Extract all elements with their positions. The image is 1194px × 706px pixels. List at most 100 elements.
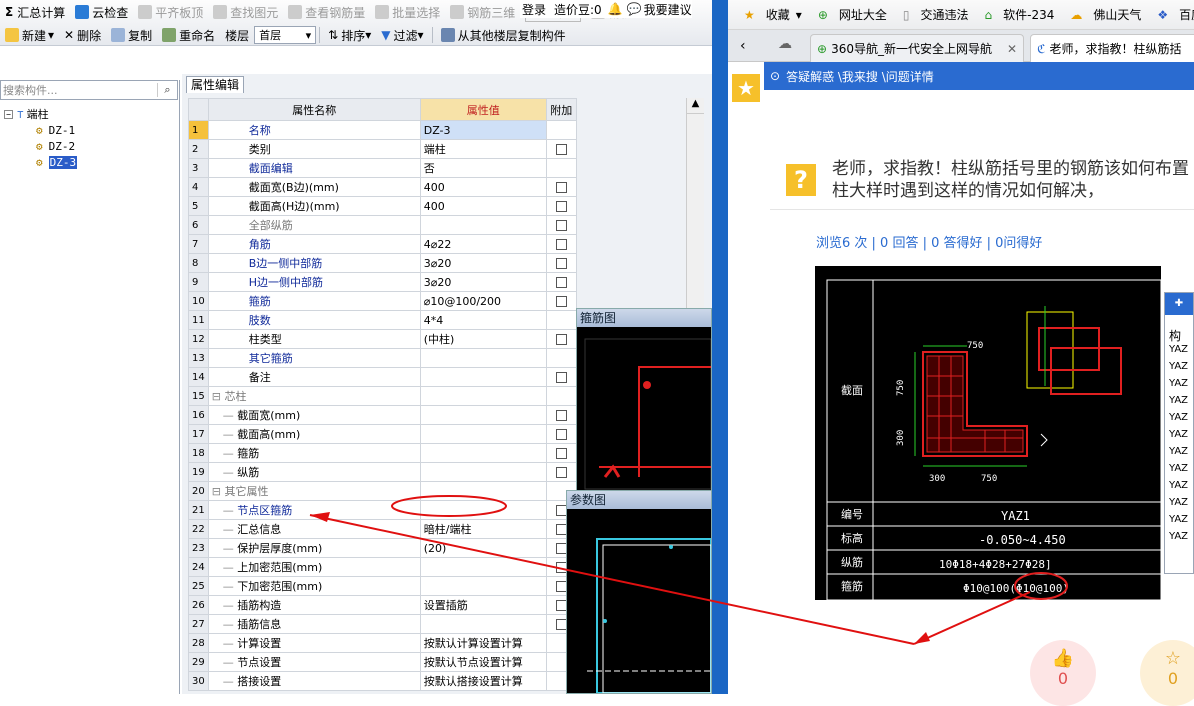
property-row[interactable]: 8 B边一侧中部筋 3⌀20 [188,253,577,273]
extra-checkbox[interactable] [555,220,567,231]
param-diagram-window[interactable]: 参数图 [566,490,712,694]
property-value[interactable]: ⌀10@100/200 [419,291,547,311]
bookmark-weather[interactable]: ☁ 佛山天气 [1062,6,1141,23]
property-row[interactable]: 24— 上加密范围(mm) [188,557,577,577]
property-value[interactable]: 4⌀22 [419,234,547,254]
bookmark-favorites[interactable]: ★ 收藏 ▾ [736,6,802,23]
property-value[interactable]: 否 [419,158,547,178]
bookmark-traffic[interactable]: ▯ 交通违法 [895,6,969,23]
new-button[interactable]: 新建 ▾ [0,24,59,46]
property-value[interactable]: 按默认节点设置计算 [419,652,547,672]
property-value[interactable] [419,215,547,235]
scroll-up-arrow-icon[interactable]: ▲ [687,98,704,114]
cloud-icon[interactable]: ☁ [778,36,792,52]
extra-checkbox[interactable] [555,467,567,478]
summary-calc-button[interactable]: Σ 汇总计算 [0,1,70,23]
back-icon[interactable]: ‹ [740,38,746,54]
rename-button[interactable]: 重命名 [157,24,220,46]
extra-checkbox[interactable] [555,296,567,307]
filter-button[interactable]: ▼ 过滤 ▾ [376,24,428,46]
align-slab-top-button[interactable]: 平齐板顶 [133,1,208,23]
rebar-3d-button[interactable]: 钢筋三维 [445,1,520,23]
login-link[interactable]: 登录 [522,1,546,18]
stirrup-diagram-window[interactable]: 箍筋图 [576,308,712,494]
property-value[interactable] [419,481,547,501]
tab-question[interactable]: ℭ 老师，求指教！柱纵筋括 [1030,34,1194,62]
tab-360-nav[interactable]: ⊕ 360导航_新一代安全上网导航 ✕ [810,34,1024,62]
extra-checkbox[interactable] [555,182,567,193]
extra-checkbox[interactable] [555,334,567,345]
extra-checkbox[interactable] [555,144,567,155]
property-value[interactable]: 400 [419,177,547,197]
batch-select-button[interactable]: 批量选择 [370,1,445,23]
property-value[interactable]: 3⌀20 [419,253,547,273]
like-button[interactable]: 👍 0 [1030,640,1096,706]
property-row[interactable]: 11 肢数 4*4 [188,310,577,330]
property-value[interactable]: 400 [419,196,547,216]
floor-select[interactable]: 首层 ▾ [254,26,317,44]
bookmark-wenku[interactable]: ❖百度文库 [1149,6,1194,23]
property-value[interactable]: DZ-3 [419,120,547,140]
extra-checkbox[interactable] [555,258,567,269]
side-list-item[interactable]: YAZ [1169,446,1193,463]
cad-drawing-image[interactable]: 截面 750 750 300 300 750 编号 YAZ1 标高 -0.050… [815,266,1161,600]
property-value[interactable] [419,443,547,463]
property-value[interactable] [419,367,547,387]
view-rebar-qty-button[interactable]: 查看钢筋量 [283,1,370,23]
side-list-item[interactable]: YAZ [1169,514,1193,531]
property-row[interactable]: 23— 保护层厚度(mm) (20) [188,538,577,558]
property-value[interactable]: 按默认搭接设置计算 [419,671,547,691]
property-row[interactable]: 5 截面高(H边)(mm) 400 [188,196,577,216]
property-row[interactable]: 15 ⊟ 芯柱 [188,386,577,406]
property-value[interactable]: 4*4 [419,310,547,330]
property-row[interactable]: 2 类别 端柱 [188,139,577,159]
property-value[interactable]: (中柱) [419,329,547,349]
property-value[interactable] [419,424,547,444]
tab-property-edit[interactable]: 属性编辑 [186,76,245,93]
property-row[interactable]: 1 名称 DZ-3 [188,120,577,140]
component-search-input[interactable]: 搜索构件... ⌕ [0,80,178,100]
tree-item-dz1[interactable]: ⚙ DZ-1 [4,122,77,138]
property-row[interactable]: 26— 插筋构造 设置插筋 [188,595,577,615]
property-row[interactable]: 29— 节点设置 按默认节点设置计算 [188,652,577,672]
search-icon[interactable]: ⌕ [157,83,177,97]
property-value[interactable]: 暗柱/端柱 [419,519,547,539]
property-row[interactable]: 20 ⊟ 其它属性 [188,481,577,501]
property-value[interactable] [419,576,547,596]
suggest-link[interactable]: 💬 我要建议 [627,1,692,18]
tree-item-dz2[interactable]: ⚙ DZ-2 [4,138,77,154]
bell-icon[interactable]: 🔔 [608,2,623,16]
property-row[interactable]: 17— 截面高(mm) [188,424,577,444]
collapse-icon[interactable]: − [4,109,13,119]
property-row[interactable]: 10 箍筋 ⌀10@100/200 [188,291,577,311]
property-row[interactable]: 7 角筋 4⌀22 [188,234,577,254]
sort-button[interactable]: ⇅ 排序 ▾ [323,24,376,46]
property-row[interactable]: 4 截面宽(B边)(mm) 400 [188,177,577,197]
extra-checkbox[interactable] [555,239,567,250]
side-list-item[interactable]: YAZ [1169,412,1193,429]
property-row[interactable]: 6 全部纵筋 [188,215,577,235]
side-list-item[interactable]: YAZ [1169,463,1193,480]
property-row[interactable]: 3 截面编辑 否 [188,158,577,178]
property-row[interactable]: 14 备注 [188,367,577,387]
side-list-item[interactable]: YAZ [1169,395,1193,412]
copy-button[interactable]: 复制 [106,24,157,46]
property-value[interactable]: 3⌀20 [419,272,547,292]
property-value[interactable] [419,386,547,406]
extra-checkbox[interactable] [555,448,567,459]
property-row[interactable]: 27— 插筋信息 [188,614,577,634]
extra-checkbox[interactable] [555,429,567,440]
favorite-star-icon[interactable]: ★ [732,74,760,102]
property-value[interactable]: 设置插筋 [419,595,547,615]
side-list-item[interactable]: YAZ [1169,378,1193,395]
property-value[interactable] [419,500,547,520]
side-list-item[interactable]: YAZ [1169,497,1193,514]
extra-checkbox[interactable] [555,372,567,383]
bookmark-site-nav[interactable]: ⊕ 网址大全 [810,6,887,23]
side-list-item[interactable]: YAZ [1169,361,1193,378]
extra-checkbox[interactable] [555,277,567,288]
close-icon[interactable]: ✕ [1007,42,1017,56]
property-value[interactable] [419,462,547,482]
side-list-item[interactable]: YAZ [1169,531,1193,548]
property-value[interactable] [419,557,547,577]
